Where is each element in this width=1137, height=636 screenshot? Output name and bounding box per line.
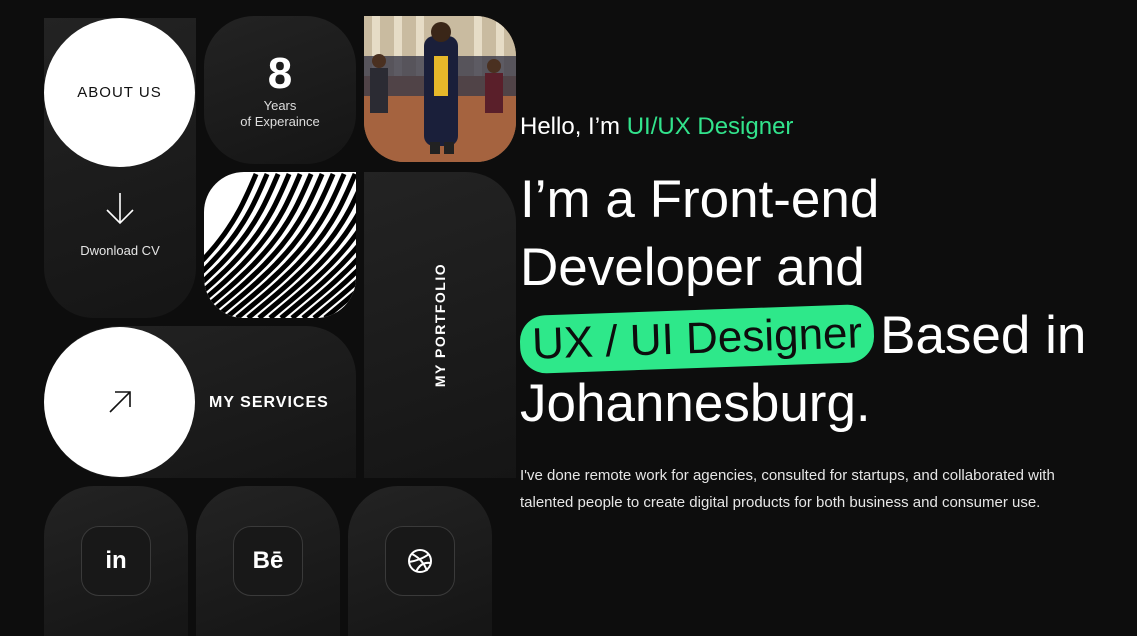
linkedin-button[interactable]: in (81, 526, 151, 596)
headline-highlight-pill: UX / UI Designer (519, 303, 876, 375)
experience-line-years: Years (263, 98, 297, 113)
headline-line-2: Developer and (520, 238, 865, 297)
my-services-label: MY SERVICES (209, 394, 329, 411)
my-portfolio-label-wrap: MY PORTFOLIO (364, 172, 516, 478)
profile-photo (364, 16, 516, 162)
hero-headline: I’m a Front-end Developer and UX / UI De… (519, 166, 1087, 438)
my-portfolio-label: MY PORTFOLIO (432, 262, 448, 388)
experience-line-of-experience: of Experaince (240, 114, 320, 129)
dribbble-icon (408, 549, 432, 573)
about-us-label: ABOUT US (77, 84, 162, 101)
headline-line-3-rest: Based in (880, 306, 1087, 365)
linkedin-icon: in (105, 547, 127, 574)
headline-line-4: Johannesburg. (520, 374, 871, 433)
headline-line-3: UX / UI Designer Based in (519, 302, 1087, 375)
arrow-down-icon (106, 193, 134, 225)
about-us-button[interactable]: ABOUT US (44, 18, 195, 167)
arrow-up-right-icon (108, 391, 131, 413)
greeting-role: UI/UX Designer (626, 113, 794, 140)
hero-description: I've done remote work for agencies, cons… (520, 467, 1055, 511)
wave-pattern-graphic (204, 172, 356, 318)
services-arrow-circle[interactable] (44, 327, 195, 477)
hero-greeting: Hello, I’m UI/UX Designer (520, 113, 793, 141)
behance-icon: Bē (252, 547, 284, 574)
behance-button[interactable]: Bē (233, 526, 303, 596)
experience-number: 8 (267, 49, 293, 98)
download-cv-label: Dwonload CV (80, 243, 160, 258)
dribbble-button[interactable] (385, 526, 455, 596)
greeting-prefix: Hello, I’m (520, 113, 627, 140)
headline-line-1: I’m a Front-end (520, 170, 880, 229)
experience-tile: 8 Years of Experaince (204, 16, 356, 164)
download-cv-button[interactable]: Dwonload CV (44, 190, 196, 258)
